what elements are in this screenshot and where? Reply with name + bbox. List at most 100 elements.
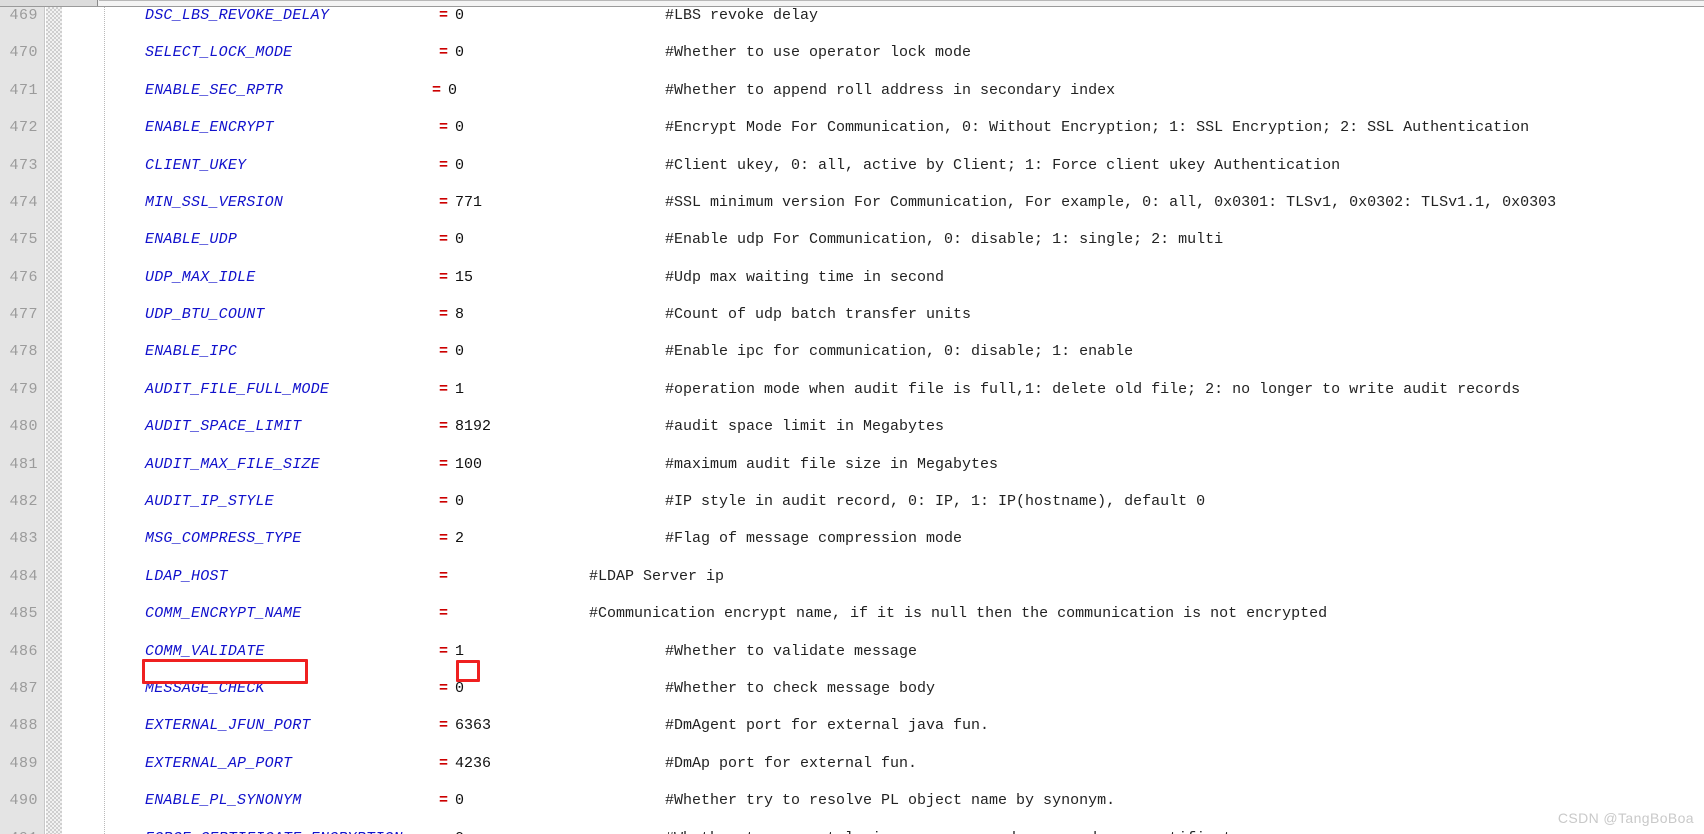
line-number: 469 [9,7,38,24]
code-line[interactable]: 470 SELECT_LOCK_MODE = 0 #Whether to use ope… [0,44,1704,63]
parameter-value[interactable]: 2 [455,530,464,549]
parameter-name[interactable]: AUDIT_IP_STYLE [145,493,274,512]
code-line[interactable]: 489 EXTERNAL_AP_PORT = 4236 #DmAp port for e… [0,755,1704,774]
line-number: 485 [9,605,38,623]
equals-sign: = [439,156,449,174]
parameter-name[interactable]: UDP_MAX_IDLE [145,269,255,288]
parameter-name[interactable]: FORCE_CERTIFICATE_ENCRYPTION [145,830,403,834]
parameter-name[interactable]: AUDIT_SPACE_LIMIT [145,418,301,437]
inline-comment: #Encrypt Mode For Communication, 0: With… [665,119,1530,137]
parameter-value[interactable]: 0 [455,157,464,176]
parameter-value[interactable]: 0 [455,830,464,834]
parameter-value[interactable]: 0 [455,493,464,512]
code-line[interactable]: 480 AUDIT_SPACE_LIMIT = 8192 #audit space li… [0,418,1704,437]
parameter-name[interactable]: COMM_ENCRYPT_NAME [145,605,301,624]
code-line[interactable]: 472 ENABLE_ENCRYPT = 0 #Encrypt Mode For Com… [0,119,1704,138]
code-line[interactable]: 469 DSC_LBS_REVOKE_DELAY = 0 #LBS revoke del… [0,7,1704,26]
code-line[interactable]: 488 EXTERNAL_JFUN_PORT = 6363 #DmAgent port … [0,717,1704,736]
code-line[interactable]: 487 MESSAGE_CHECK = 0 #Whether to check mess… [0,680,1704,699]
code-line[interactable]: 476 UDP_MAX_IDLE = 15 #Udp max waiting time … [0,269,1704,288]
parameter-value[interactable]: 100 [455,456,482,475]
code-line[interactable]: 490 ENABLE_PL_SYNONYM = 0 #Whether try to re… [0,792,1704,811]
parameter-value[interactable]: 0 [455,231,464,250]
parameter-value[interactable]: 4236 [455,755,491,774]
parameter-name[interactable]: ENABLE_UDP [145,231,237,250]
parameter-value[interactable]: 0 [455,792,464,811]
parameter-name[interactable]: CLIENT_UKEY [145,157,246,176]
csdn-watermark: CSDN @TangBoBoa [1557,810,1694,826]
parameter-value[interactable]: 15 [455,269,473,288]
code-line[interactable]: 478 ENABLE_IPC = 0 #Enable ipc for communica… [0,343,1704,362]
line-number: 479 [9,380,38,398]
code-line[interactable]: 477 UDP_BTU_COUNT = 8 #Count of udp batch tr… [0,306,1704,325]
line-number: 472 [9,119,38,137]
equals-sign: = [432,81,442,99]
parameter-value[interactable]: 0 [448,82,457,101]
parameter-name[interactable]: UDP_BTU_COUNT [145,306,265,325]
parameter-name[interactable]: EXTERNAL_AP_PORT [145,755,292,774]
code-line[interactable]: 485 COMM_ENCRYPT_NAME = #Communication encr… [0,605,1704,624]
parameter-name[interactable]: MSG_COMPRESS_TYPE [145,530,301,549]
code-line[interactable]: 484 LDAP_HOST = #LDAP Server ip [0,568,1704,587]
parameter-name[interactable]: ENABLE_SEC_RPTR [145,82,283,101]
line-number: 482 [9,493,38,511]
parameter-name[interactable]: SELECT_LOCK_MODE [145,44,292,63]
inline-comment: #Client ukey, 0: all, active by Client; … [665,156,1341,174]
equals-sign: = [439,605,449,623]
parameter-name[interactable]: AUDIT_FILE_FULL_MODE [145,381,329,400]
inline-comment: #Udp max waiting time in second [665,268,945,286]
equals-sign: = [439,455,449,473]
parameter-name[interactable]: ENABLE_PL_SYNONYM [145,792,301,811]
inline-comment: #Whether to check message body [665,679,936,697]
code-line[interactable]: 482 AUDIT_IP_STYLE = 0 #IP style in audit re… [0,493,1704,512]
code-line[interactable]: 481 AUDIT_MAX_FILE_SIZE = 100 #maximum audit… [0,456,1704,475]
parameter-value[interactable]: 0 [455,680,464,699]
parameter-value[interactable]: 8 [455,306,464,325]
line-number: 478 [9,343,38,361]
parameter-name[interactable]: COMM_VALIDATE [145,643,265,662]
parameter-name[interactable]: LDAP_HOST [145,568,228,587]
line-number: 483 [9,530,38,548]
parameter-value[interactable]: 0 [455,119,464,138]
line-number: 480 [9,418,38,436]
line-number: 486 [9,642,38,660]
parameter-value[interactable]: 1 [455,381,464,400]
editor-top-chrome [0,0,1704,7]
inline-comment: #LDAP Server ip [589,567,725,585]
inline-comment: #DmAp port for external fun. [665,754,918,772]
code-editor-pane[interactable]: 469 DSC_LBS_REVOKE_DELAY = 0 #LBS revoke del… [0,0,1704,834]
code-line[interactable]: 483 MSG_COMPRESS_TYPE = 2 #Flag of message c… [0,530,1704,549]
inline-comment: #Enable udp For Communication, 0: disabl… [665,231,1224,249]
parameter-name[interactable]: ENABLE_IPC [145,343,237,362]
parameter-value[interactable]: 1 [455,643,464,662]
code-line[interactable]: 486 COMM_VALIDATE = 1 #Whether to validate m… [0,643,1704,662]
code-line[interactable]: 474 MIN_SSL_VERSION = 771 #SSL minimum versi… [0,194,1704,213]
parameter-name[interactable]: DSC_LBS_REVOKE_DELAY [145,7,329,26]
line-number: 474 [9,193,38,211]
parameter-value[interactable]: 6363 [455,717,491,736]
code-line[interactable]: 479 AUDIT_FILE_FULL_MODE = 1 #operation mode… [0,381,1704,400]
parameter-value[interactable]: 0 [455,343,464,362]
parameter-value[interactable]: 0 [455,7,464,26]
equals-sign: = [439,306,449,324]
parameter-name[interactable]: AUDIT_MAX_FILE_SIZE [145,456,320,475]
parameter-name[interactable]: MIN_SSL_VERSION [145,194,283,213]
parameter-name[interactable]: ENABLE_ENCRYPT [145,119,274,138]
parameter-value[interactable]: 771 [455,194,482,213]
line-number: 484 [9,567,38,585]
parameter-name[interactable]: EXTERNAL_JFUN_PORT [145,717,311,736]
inline-comment: #Whether to validate message [665,642,918,660]
chrome-left-segment [0,0,98,6]
code-line[interactable]: 491 FORCE_CERTIFICATE_ENCRYPTION = 0 #Whethe… [0,830,1704,834]
parameter-value[interactable]: 8192 [455,418,491,437]
line-number: 473 [9,156,38,174]
parameter-name[interactable]: MESSAGE_CHECK [145,680,265,699]
equals-sign: = [439,7,449,24]
inline-comment: #Count of udp batch transfer units [665,306,972,324]
code-line[interactable]: 475 ENABLE_UDP = 0 #Enable udp For Communica… [0,231,1704,250]
code-line[interactable]: 473 CLIENT_UKEY = 0 #Client ukey, 0: all, ac… [0,157,1704,176]
code-lines-container[interactable]: 469 DSC_LBS_REVOKE_DELAY = 0 #LBS revoke del… [0,7,1704,834]
code-line[interactable]: 471 ENABLE_SEC_RPTR = 0 #Whether to append r… [0,82,1704,101]
inline-comment: #Whether try to resolve PL object name b… [665,792,1116,810]
parameter-value[interactable]: 0 [455,44,464,63]
